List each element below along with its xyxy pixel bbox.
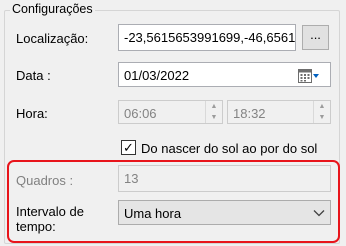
spin-up-icon[interactable]: ▲: [314, 101, 330, 112]
browse-location-button[interactable]: ...: [302, 25, 329, 50]
date-label: Data :: [16, 68, 51, 83]
end-time-spinner[interactable]: ▲ ▼: [313, 101, 330, 123]
sunrise-sunset-checkbox[interactable]: ✓: [121, 140, 136, 155]
spin-up-icon[interactable]: ▲: [206, 101, 222, 112]
settings-group-title: Configurações: [10, 2, 95, 17]
location-field[interactable]: -23,5615653991699,-46,6561: [118, 24, 296, 51]
sunrise-sunset-label[interactable]: Do nascer do sol ao por do sol: [141, 141, 317, 156]
calendar-icon[interactable]: [298, 68, 320, 84]
checkmark-icon: ✓: [123, 140, 134, 155]
spin-down-icon[interactable]: ▼: [206, 112, 222, 123]
date-value: 01/03/2022: [124, 68, 190, 83]
start-time-value: 06:06: [124, 106, 157, 121]
time-label: Hora:: [16, 106, 48, 121]
location-label: Localização:: [16, 31, 89, 46]
highlight-annotation: [7, 160, 340, 243]
spin-down-icon[interactable]: ▼: [314, 112, 330, 123]
end-time-value: 18:32: [233, 106, 266, 121]
start-time-spinner[interactable]: ▲ ▼: [205, 101, 222, 123]
